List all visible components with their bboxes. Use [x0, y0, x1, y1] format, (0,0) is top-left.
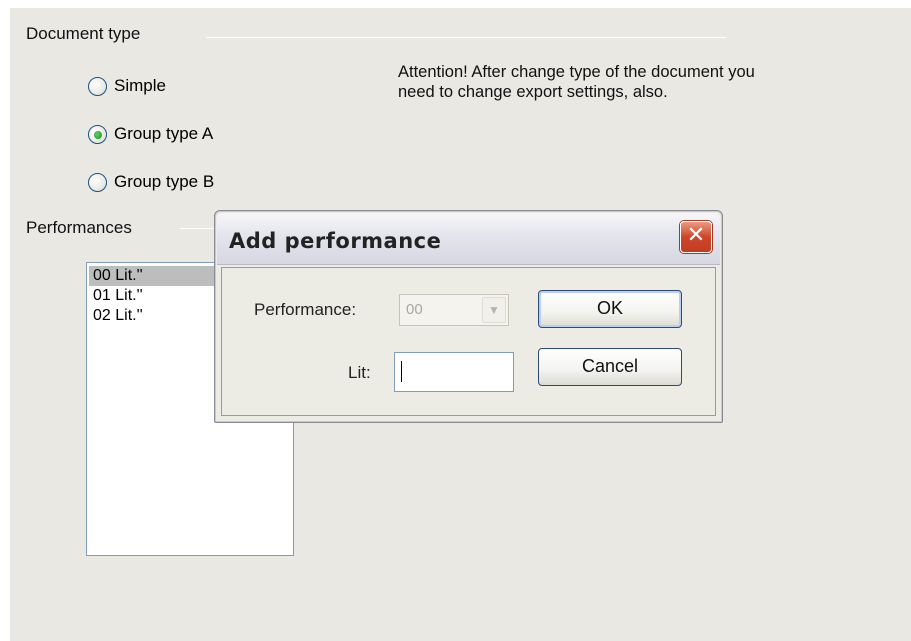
text-caret — [401, 361, 402, 382]
lit-input[interactable] — [394, 352, 514, 392]
performance-label: Performance: — [254, 300, 357, 319]
close-icon: ✕ — [686, 223, 706, 248]
radio-group-type-b[interactable]: Group type B — [88, 172, 214, 192]
add-performance-dialog: Add performance ✕ Performance: 00 ▼ Lit:… — [214, 210, 723, 423]
dialog-body: Performance: 00 ▼ Lit: OK Cancel — [221, 267, 716, 416]
radio-unchecked-icon — [88, 76, 107, 96]
performance-select: 00 ▼ — [399, 294, 509, 326]
radio-checked-icon — [88, 124, 107, 144]
performances-title: Performances — [26, 218, 138, 238]
radio-simple[interactable]: Simple — [88, 76, 166, 96]
close-button[interactable]: ✕ — [680, 221, 712, 253]
radio-group-type-a-label: Group type A — [114, 124, 214, 143]
radio-simple-label: Simple — [114, 76, 166, 95]
ok-button[interactable]: OK — [538, 290, 682, 328]
cancel-button[interactable]: Cancel — [538, 348, 682, 386]
dialog-title: Add performance — [229, 229, 442, 253]
lit-label: Lit: — [348, 363, 371, 382]
attention-note: Attention! After change type of the docu… — [398, 63, 755, 101]
radio-group-type-a[interactable]: Group type A — [88, 124, 213, 144]
chevron-down-icon: ▼ — [482, 297, 506, 323]
performance-select-value: 00 — [406, 301, 423, 318]
document-type-title: Document type — [26, 24, 147, 44]
dialog-titlebar[interactable]: Add performance ✕ — [217, 213, 720, 265]
radio-unchecked-icon — [88, 172, 107, 192]
radio-group-type-b-label: Group type B — [114, 172, 215, 191]
document-type-separator — [206, 37, 726, 38]
